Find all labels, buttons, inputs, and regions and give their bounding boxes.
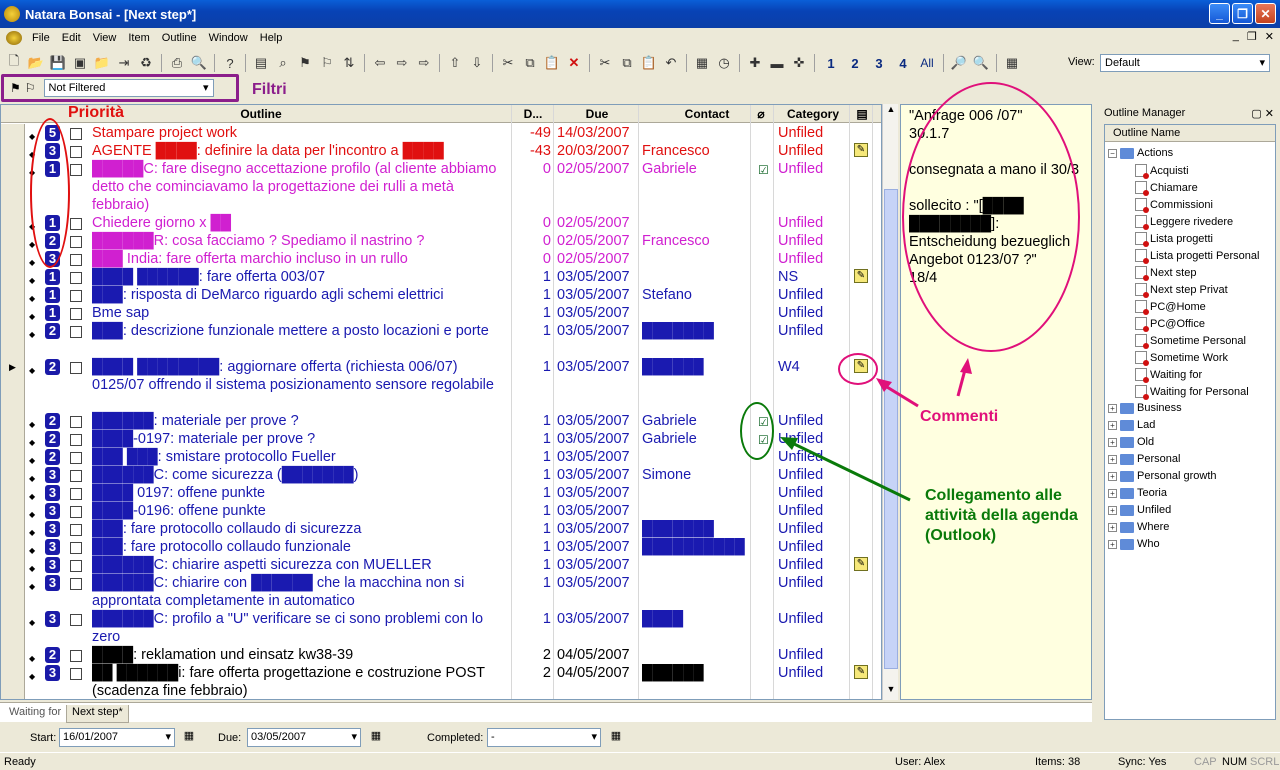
annotation-arrows bbox=[780, 358, 972, 502]
